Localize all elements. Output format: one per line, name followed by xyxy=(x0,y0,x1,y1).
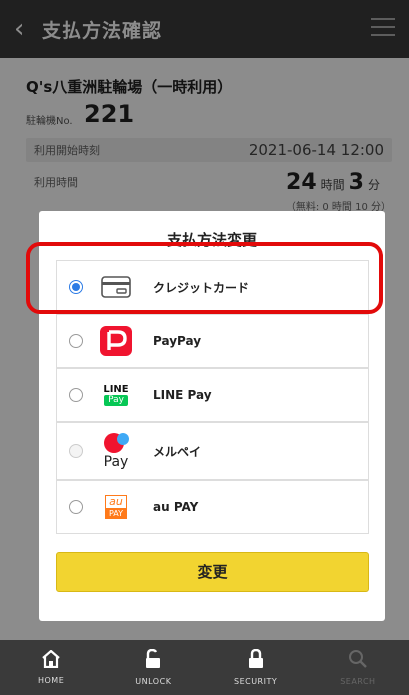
option-label: au PAY xyxy=(153,500,199,514)
line-pay-icon: LINE Pay xyxy=(99,380,133,410)
bottom-tab-bar: HOME UNLOCK SECURITY SEARCH xyxy=(0,640,409,695)
change-button[interactable]: 変更 xyxy=(56,552,369,592)
au-pay-icon-text: PAY xyxy=(104,509,128,519)
home-icon xyxy=(41,649,61,672)
radio-au-pay[interactable] xyxy=(69,500,83,514)
tab-label: SECURITY xyxy=(233,677,278,686)
radio-paypay[interactable] xyxy=(69,334,83,348)
line-pay-icon-text: Pay xyxy=(104,395,128,406)
line-pay-icon-text: LINE xyxy=(103,384,129,395)
option-label: LINE Pay xyxy=(153,388,212,402)
option-au-pay[interactable]: au PAY au PAY xyxy=(56,480,369,534)
selection-highlight-annotation xyxy=(26,242,383,314)
au-pay-icon-text: au xyxy=(105,495,127,509)
merpay-icon: Pay xyxy=(99,428,133,474)
tab-label: UNLOCK xyxy=(135,677,172,686)
au-pay-icon: au PAY xyxy=(99,492,133,522)
option-merpay: Pay メルペイ xyxy=(56,422,369,480)
tab-unlock[interactable]: UNLOCK xyxy=(102,640,204,695)
option-paypay[interactable]: PayPay xyxy=(56,314,369,368)
option-label: PayPay xyxy=(153,334,202,348)
tab-label: HOME xyxy=(37,676,65,685)
lock-icon xyxy=(247,648,265,673)
tab-search[interactable]: SEARCH xyxy=(307,640,409,695)
option-line-pay[interactable]: LINE Pay LINE Pay xyxy=(56,368,369,422)
tab-security[interactable]: SECURITY xyxy=(205,640,307,695)
radio-line-pay[interactable] xyxy=(69,388,83,402)
option-label: メルペイ xyxy=(153,444,202,459)
paypay-icon xyxy=(99,326,133,356)
merpay-icon-text: Pay xyxy=(103,454,129,470)
unlock-icon xyxy=(144,648,162,673)
search-icon xyxy=(348,649,368,673)
tab-home[interactable]: HOME xyxy=(0,640,102,695)
radio-merpay xyxy=(69,444,83,458)
tab-label: SEARCH xyxy=(340,677,376,686)
